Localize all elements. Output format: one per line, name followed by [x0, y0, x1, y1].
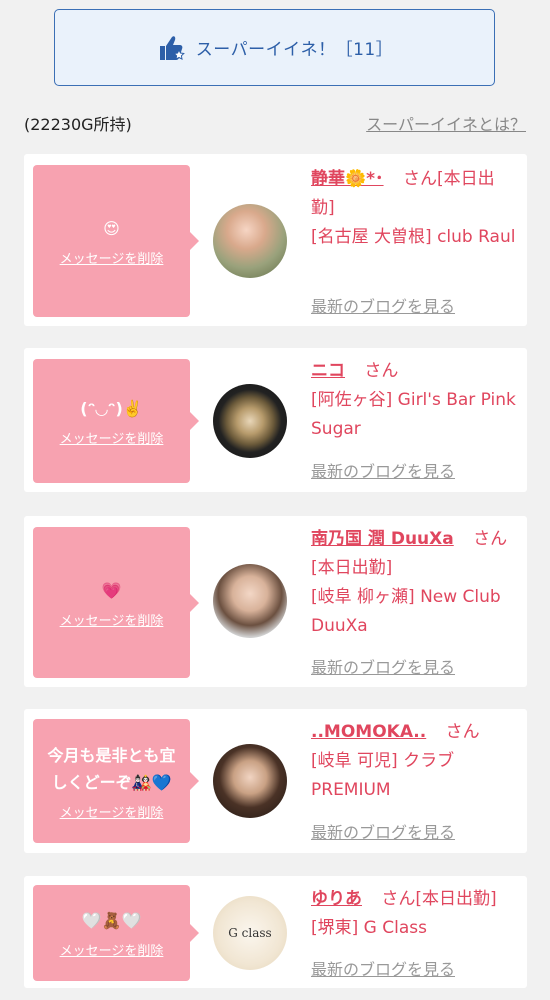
- latest-blog-link[interactable]: 最新のブログを見る: [311, 654, 455, 678]
- san-suffix: さん: [364, 361, 399, 381]
- shop-info: [名古屋 大曽根] club Raul: [311, 227, 516, 247]
- super-like-button[interactable]: スーパーイイネ！［11］: [54, 9, 495, 86]
- shop-info: [岐阜 可児] クラブ PREMIUM: [311, 751, 455, 800]
- status-badge: [本日出勤]: [311, 558, 393, 578]
- avatar[interactable]: [213, 204, 287, 278]
- delete-message-link[interactable]: メッセージを削除: [60, 248, 164, 267]
- message-text: 😍: [103, 219, 120, 238]
- profile-name-link[interactable]: 静華🌼*･: [311, 169, 384, 189]
- avatar[interactable]: [213, 744, 287, 818]
- profile-name-link[interactable]: ゆりあ: [311, 889, 362, 909]
- status-badge: [本日出勤]: [415, 889, 497, 909]
- message-text: 今月も是非とも宜しくどーぞ🎎💙: [47, 745, 176, 792]
- delete-message-link[interactable]: メッセージを削除: [60, 610, 164, 629]
- profile-info: ..MOMOKA.. さん [岐阜 可児] クラブ PREMIUM: [311, 718, 516, 805]
- message-bubble: 🤍🧸🤍 メッセージを削除: [33, 885, 199, 981]
- latest-blog-link[interactable]: 最新のブログを見る: [311, 293, 455, 317]
- message-bubble: 💗 メッセージを削除: [33, 527, 199, 678]
- san-suffix: さん: [473, 529, 508, 549]
- message-text: (ᵔ◡ᵔ)✌️: [80, 399, 143, 418]
- avatar[interactable]: [213, 564, 287, 638]
- shop-info: [阿佐ヶ谷] Girl's Bar Pink Sugar: [311, 390, 516, 439]
- profile-name-link[interactable]: ニコ: [311, 361, 345, 381]
- super-like-label: スーパーイイネ！［11］: [195, 40, 394, 60]
- like-card: (ᵔ◡ᵔ)✌️ メッセージを削除 ニコ さん [阿佐ヶ谷] Girl's Bar…: [24, 348, 527, 492]
- latest-blog-link[interactable]: 最新のブログを見る: [311, 819, 455, 843]
- like-card: 🤍🧸🤍 メッセージを削除 G class ゆりあ さん[本日出勤] [堺東] G…: [24, 876, 527, 988]
- about-super-like-link[interactable]: スーパーイイネとは？: [366, 111, 526, 135]
- san-suffix: さん: [381, 889, 416, 909]
- delete-message-link[interactable]: メッセージを削除: [60, 940, 164, 959]
- thumbs-up-star-icon: [159, 35, 185, 60]
- san-suffix: さん: [402, 169, 437, 189]
- avatar[interactable]: [213, 384, 287, 458]
- message-bubble: 今月も是非とも宜しくどーぞ🎎💙 メッセージを削除: [33, 719, 199, 843]
- san-suffix: さん: [445, 722, 480, 742]
- points-balance: (22230G所持): [24, 115, 132, 134]
- profile-name-link[interactable]: 南乃国 潤 DuuXa: [311, 529, 454, 549]
- delete-message-link[interactable]: メッセージを削除: [60, 428, 164, 447]
- shop-logo: G class: [228, 926, 272, 940]
- latest-blog-link[interactable]: 最新のブログを見る: [311, 458, 455, 482]
- profile-info: 静華🌼*･ さん[本日出勤] [名古屋 大曽根] club Raul: [311, 165, 516, 252]
- shop-info: [岐阜 柳ヶ瀬] New Club DuuXa: [311, 587, 501, 636]
- profile-name-link[interactable]: ..MOMOKA..: [311, 722, 426, 742]
- like-card: 😍 メッセージを削除 静華🌼*･ さん[本日出勤] [名古屋 大曽根] club…: [24, 154, 527, 326]
- avatar[interactable]: G class: [213, 896, 287, 970]
- profile-info: ゆりあ さん[本日出勤] [堺東] G Class: [311, 885, 516, 943]
- like-card: 今月も是非とも宜しくどーぞ🎎💙 メッセージを削除 ..MOMOKA.. さん […: [24, 709, 527, 853]
- message-text: 💗: [101, 580, 122, 600]
- like-card: 💗 メッセージを削除 南乃国 潤 DuuXa さん [本日出勤] [岐阜 柳ヶ瀬]…: [24, 516, 527, 687]
- message-text: 🤍🧸🤍: [81, 911, 142, 930]
- message-bubble: (ᵔ◡ᵔ)✌️ メッセージを削除: [33, 359, 199, 483]
- profile-info: ニコ さん [阿佐ヶ谷] Girl's Bar Pink Sugar: [311, 357, 516, 444]
- message-bubble: 😍 メッセージを削除: [33, 165, 199, 317]
- profile-info: 南乃国 潤 DuuXa さん [本日出勤] [岐阜 柳ヶ瀬] New Club D…: [311, 525, 516, 641]
- delete-message-link[interactable]: メッセージを削除: [60, 802, 164, 821]
- latest-blog-link[interactable]: 最新のブログを見る: [311, 956, 455, 980]
- shop-info: [堺東] G Class: [311, 918, 427, 938]
